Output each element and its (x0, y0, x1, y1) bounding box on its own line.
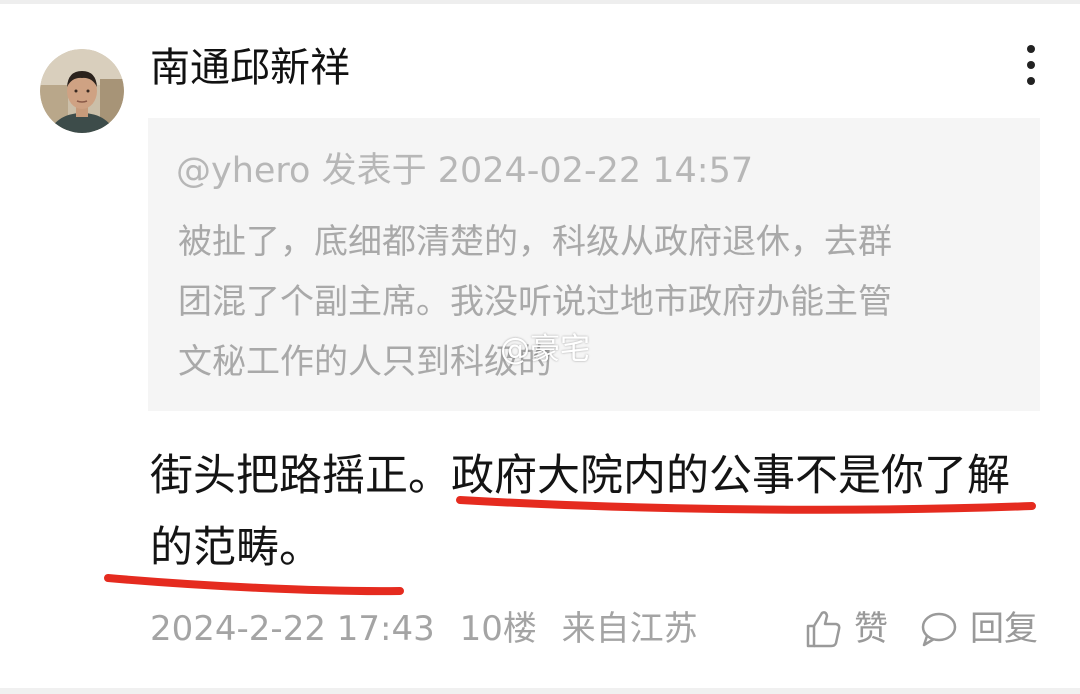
more-vertical-icon-dot (1027, 77, 1035, 85)
like-label: 赞 (854, 609, 888, 649)
red-underline-stroke-2 (104, 574, 404, 596)
post-floor: 10楼 (459, 609, 537, 649)
more-options-button[interactable] (1010, 40, 1052, 90)
reply-text-highlight: 政府大院内的公事不是你了解 (451, 451, 1010, 501)
reply-text-plain: 街头把路摇正。 (150, 451, 451, 501)
quote-line: 被扯了，底细都清楚的，科级从政府退休，去群 (178, 222, 892, 262)
reply-label: 回复 (970, 609, 1038, 649)
more-vertical-icon-dot (1027, 61, 1035, 69)
author-name[interactable]: 南通邱新祥 (150, 40, 350, 96)
watermark: @豪宅 (500, 332, 590, 367)
post-meta: 2024-2-22 17:43 10楼 来自江苏 (150, 605, 712, 653)
reply-text-highlight: 的范畴。 (150, 523, 322, 573)
post-time: 2024-2-22 17:43 (150, 609, 435, 649)
quote-line: 团混了个副主席。我没听说过地市政府办能主管 (178, 282, 892, 322)
top-divider (0, 0, 1080, 4)
more-vertical-icon (1027, 45, 1035, 53)
reply-text-line-1: 街头把路摇正。政府大院内的公事不是你了解 (150, 446, 1010, 506)
comment-bubble-icon (921, 612, 957, 647)
reply-text-line-2: 的范畴。 (150, 518, 322, 578)
user-avatar[interactable] (40, 49, 124, 133)
quote-meta: @yhero 发表于 2024-02-22 14:57 (176, 151, 754, 191)
thumbs-up-icon (806, 611, 841, 648)
reply-button[interactable]: 回复 (918, 605, 1038, 653)
bottom-divider (0, 688, 1080, 694)
like-button[interactable]: 赞 (802, 605, 888, 653)
avatar-photo (40, 49, 124, 133)
quote-line: 文秘工作的人只到科级的 (178, 342, 552, 382)
post-location: 来自江苏 (561, 609, 698, 649)
quoted-post[interactable]: @yhero 发表于 2024-02-22 14:57 被扯了，底细都清楚的，科… (148, 118, 1040, 411)
